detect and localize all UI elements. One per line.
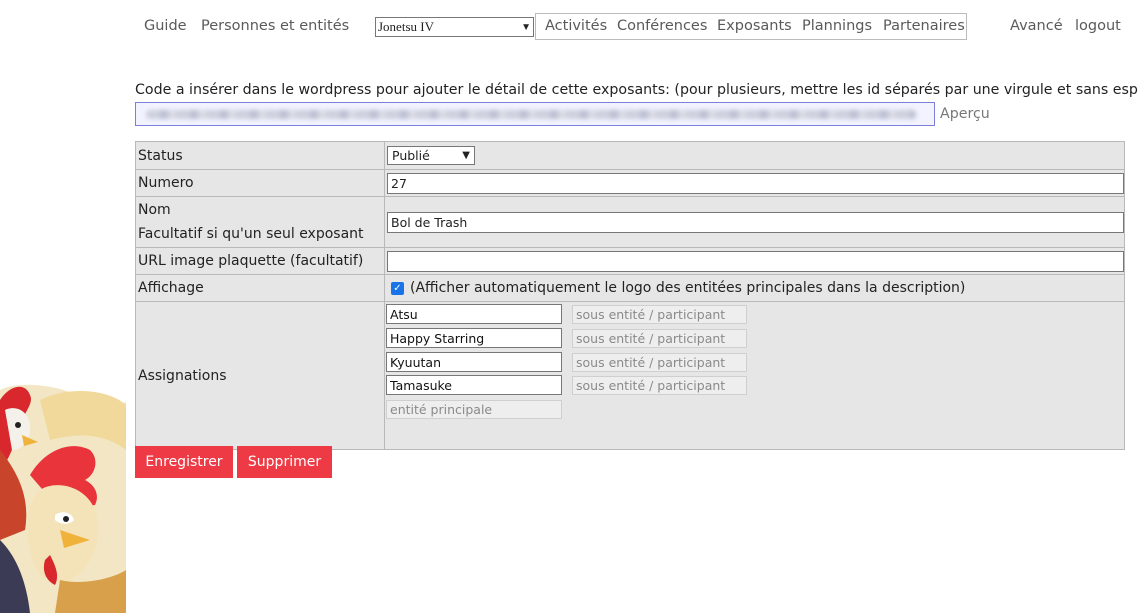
affichage-text: (Afficher automatiquement le logo des en… xyxy=(410,280,966,296)
status-select-value: Publié xyxy=(392,148,430,163)
nav-guide[interactable]: Guide xyxy=(144,18,187,34)
apercu-link[interactable]: Aperçu xyxy=(940,106,990,122)
shortcode-label: Code a insérer dans le wordpress pour aj… xyxy=(135,82,1138,98)
nav-exposants[interactable]: Exposants xyxy=(717,18,792,34)
rooster-mascot-illustration xyxy=(0,384,126,613)
assignation-sub-input[interactable]: sous entité / participant xyxy=(572,353,747,372)
nom-hint: Facultatif si qu'un seul exposant xyxy=(138,226,364,242)
assignation-entity-input[interactable]: Atsu xyxy=(386,304,562,324)
nav-personnes-entites[interactable]: Personnes et entités xyxy=(201,18,349,34)
status-select[interactable]: Publié ▼ xyxy=(387,146,475,165)
assignations-label: Assignations xyxy=(135,301,385,450)
url-plaquette-input[interactable] xyxy=(387,250,1124,272)
nav-plannings[interactable]: Plannings xyxy=(802,18,872,34)
nom-label-cell: Nom Facultatif si qu'un seul exposant xyxy=(135,196,385,248)
shortcode-field[interactable] xyxy=(135,102,935,126)
numero-label: Numero xyxy=(135,169,385,197)
exposant-form: Status Publié ▼ Numero 27 Nom Facultatif… xyxy=(135,141,1125,450)
nav-conferences[interactable]: Conférences xyxy=(617,18,707,34)
assignation-sub-input[interactable]: sous entité / participant xyxy=(572,305,747,324)
nav-partenaires[interactable]: Partenaires xyxy=(883,18,965,34)
chevron-down-icon: ▼ xyxy=(462,150,470,161)
nav-logout[interactable]: logout xyxy=(1075,18,1121,34)
event-select-value: Jonetsu IV xyxy=(378,19,434,34)
numero-input[interactable]: 27 xyxy=(387,172,1124,194)
nav-avance[interactable]: Avancé xyxy=(1010,18,1063,34)
assignations-grid: Atsu sous entité / participant Happy Sta… xyxy=(385,302,1124,449)
delete-button[interactable]: Supprimer xyxy=(237,446,332,478)
status-label: Status xyxy=(135,141,385,170)
url-plaquette-label: URL image plaquette (facultatif) xyxy=(135,247,385,275)
assignation-entity-input[interactable]: Kyuutan xyxy=(386,352,562,372)
chevron-down-icon: ▼ xyxy=(521,21,531,33)
save-button[interactable]: Enregistrer xyxy=(135,446,233,478)
nom-input[interactable]: Bol de Trash xyxy=(387,211,1124,233)
affichage-label: Affichage xyxy=(135,274,385,302)
event-select[interactable]: Jonetsu IV ▼ xyxy=(375,17,534,37)
assignation-sub-input[interactable]: sous entité / participant xyxy=(572,376,747,395)
new-entity-input[interactable]: entité principale xyxy=(386,400,562,419)
assignation-entity-input[interactable]: Happy Starring xyxy=(386,328,562,348)
nom-label: Nom xyxy=(138,202,171,218)
assignation-sub-input[interactable]: sous entité / participant xyxy=(572,329,747,348)
shortcode-blurred-value xyxy=(146,110,916,119)
assignation-entity-input[interactable]: Tamasuke xyxy=(386,375,562,395)
affichage-checkbox[interactable]: ✓ xyxy=(391,281,404,295)
nav-activites[interactable]: Activités xyxy=(545,18,607,34)
